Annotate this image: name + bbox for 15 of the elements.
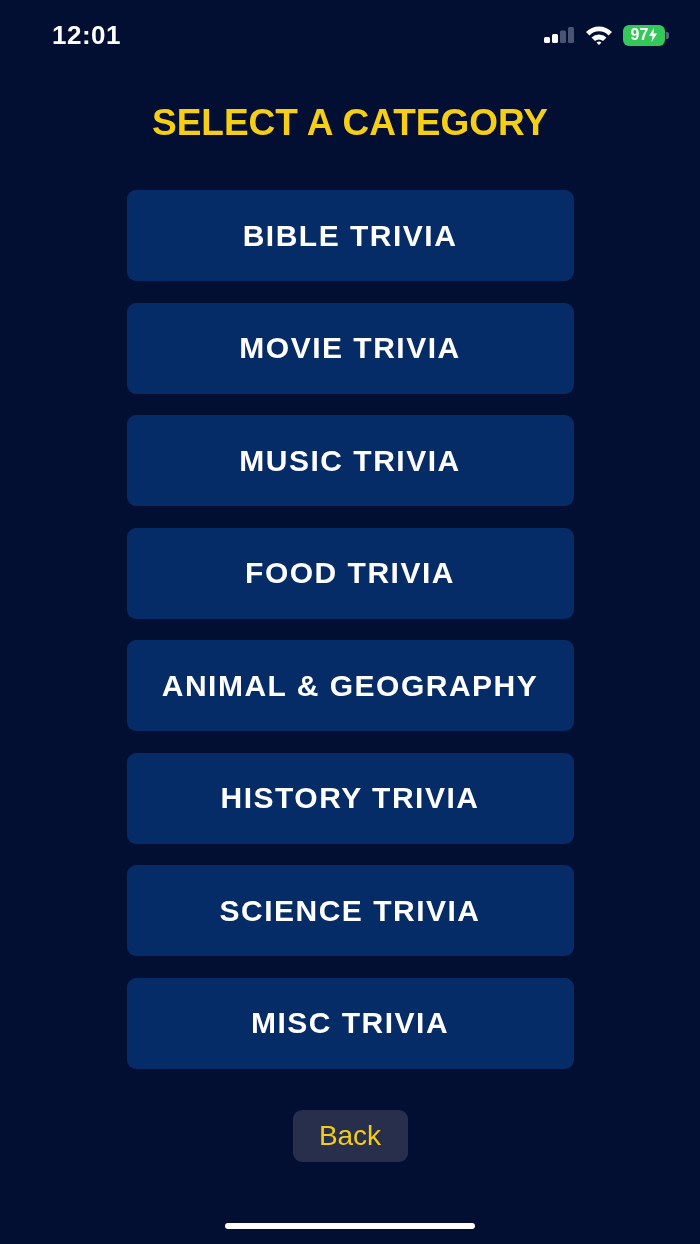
category-button[interactable]: BIBLE TRIVIA bbox=[126, 190, 574, 281]
status-time: 12:01 bbox=[52, 19, 121, 51]
category-button[interactable]: MOVIE TRIVIA bbox=[126, 302, 574, 394]
category-button[interactable]: FOOD TRIVIA bbox=[126, 527, 574, 619]
screen-title: SELECT A CATEGORY bbox=[150, 103, 550, 143]
back-button[interactable]: Back bbox=[292, 1109, 408, 1162]
charging-bolt-icon bbox=[649, 28, 658, 42]
category-button[interactable]: MUSIC TRIVIA bbox=[126, 415, 574, 506]
category-button[interactable]: MISC TRIVIA bbox=[126, 977, 574, 1069]
category-button[interactable]: HISTORY TRIVIA bbox=[126, 752, 574, 844]
category-button[interactable]: ANIMAL & GEOGRAPHY bbox=[126, 640, 574, 731]
category-button[interactable]: SCIENCE TRIVIA bbox=[126, 865, 574, 956]
signal-icon bbox=[544, 27, 575, 43]
battery-percent: 97 bbox=[630, 27, 649, 43]
wifi-icon bbox=[585, 25, 613, 45]
